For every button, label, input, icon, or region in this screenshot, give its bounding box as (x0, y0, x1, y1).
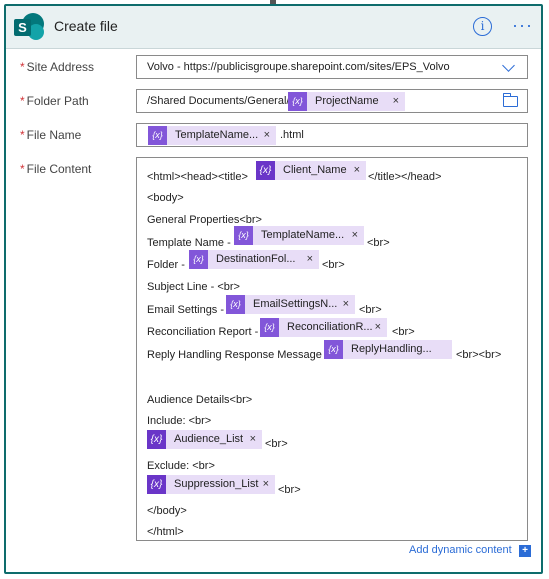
file-name-input[interactable]: {x} TemplateName... × .html (136, 123, 528, 147)
expression-icon: {x} (147, 475, 166, 494)
remove-token-icon[interactable]: × (263, 478, 269, 490)
content-text: <html><head><title> (147, 171, 248, 183)
expression-icon: {x} (324, 340, 343, 359)
create-file-action-card: S Create file i ··· * Site Address Volvo … (4, 4, 543, 574)
expression-icon: {x} (189, 250, 208, 269)
remove-token-icon[interactable]: × (250, 433, 256, 445)
expression-icon: {x} (234, 226, 253, 245)
content-text: Reconciliation Report - (147, 326, 259, 338)
content-text: Exclude: <br> (147, 460, 215, 472)
content-text: General Properties<br> (147, 214, 262, 226)
token-suppression-list[interactable]: {x} Suppression_List × (147, 475, 275, 494)
add-dynamic-content-icon[interactable]: + (519, 545, 531, 557)
content-text: Include: <br> (147, 415, 212, 427)
sharepoint-icon: S (14, 13, 44, 41)
content-text: <br> (392, 326, 415, 338)
token-reconciliation[interactable]: {x} ReconciliationR... × (260, 318, 387, 337)
file-name-label: * File Name (20, 128, 82, 142)
content-text: Reply Handling Response Message - (147, 349, 329, 361)
folder-path-prefix: /Shared Documents/General/ (147, 95, 290, 107)
content-text: </body> (147, 505, 187, 517)
expression-icon: {x} (148, 126, 167, 145)
content-text: Audience Details<br> (147, 394, 253, 406)
site-address-value: Volvo - https://publicisgroupe.sharepoin… (147, 61, 450, 73)
expression-icon: {x} (147, 430, 166, 449)
site-address-dropdown[interactable]: Volvo - https://publicisgroupe.sharepoin… (136, 55, 528, 79)
token-audience-list[interactable]: {x} Audience_List × (147, 430, 262, 449)
content-text: <br><br> (456, 349, 502, 361)
remove-token-icon[interactable]: × (393, 95, 399, 107)
remove-token-icon[interactable]: × (352, 229, 358, 241)
content-text: <body> (147, 192, 184, 204)
content-text: <br> (359, 304, 382, 316)
expression-icon: {x} (288, 92, 307, 111)
card-title: Create file (54, 18, 118, 34)
token-emailsettings[interactable]: {x} EmailSettingsN... × (226, 295, 355, 314)
card-header[interactable]: S Create file i ··· (6, 6, 541, 49)
content-text: Folder - (147, 259, 185, 271)
content-text: <br> (322, 259, 345, 271)
token-client-name[interactable]: {x} Client_Name × (256, 161, 366, 180)
expression-icon: {x} (256, 161, 275, 180)
expression-icon: {x} (260, 318, 279, 337)
token-destinationfolder[interactable]: {x} DestinationFol... × (189, 250, 319, 269)
token-templatename[interactable]: {x} TemplateName... × (148, 126, 276, 145)
info-icon[interactable]: i (473, 17, 492, 36)
folder-icon[interactable] (503, 93, 518, 107)
remove-token-icon[interactable]: × (264, 129, 270, 141)
token-replyhandling[interactable]: {x} ReplyHandling... (324, 340, 452, 359)
content-text: <br> (278, 484, 301, 496)
expression-icon: {x} (226, 295, 245, 314)
file-content-editor[interactable]: <html><head><title> {x} Client_Name × </… (136, 157, 528, 541)
remove-token-icon[interactable]: × (354, 164, 360, 176)
content-text: <br> (367, 237, 390, 249)
site-address-label: * Site Address (20, 60, 95, 74)
file-content-label: * File Content (20, 162, 92, 176)
file-name-suffix: .html (280, 129, 304, 141)
content-text: Email Settings - (147, 304, 225, 316)
token-projectname[interactable]: {x} ProjectName × (288, 92, 405, 111)
remove-token-icon[interactable]: × (343, 298, 349, 310)
content-text: <br> (265, 438, 288, 450)
chevron-down-icon (502, 59, 515, 72)
remove-token-icon[interactable]: × (307, 253, 313, 265)
content-text: </html> (147, 526, 184, 538)
folder-path-label: * Folder Path (20, 94, 89, 108)
add-dynamic-content-link[interactable]: Add dynamic content (409, 544, 512, 556)
content-text: Template Name - (147, 237, 231, 249)
content-text: </title></head> (368, 171, 442, 183)
more-options-icon[interactable]: ··· (512, 15, 533, 36)
content-text: Subject Line - <br> (147, 281, 240, 293)
remove-token-icon[interactable]: × (375, 321, 381, 333)
folder-path-input[interactable]: /Shared Documents/General/ {x} ProjectNa… (136, 89, 528, 113)
token-templatename-content[interactable]: {x} TemplateName... × (234, 226, 364, 245)
